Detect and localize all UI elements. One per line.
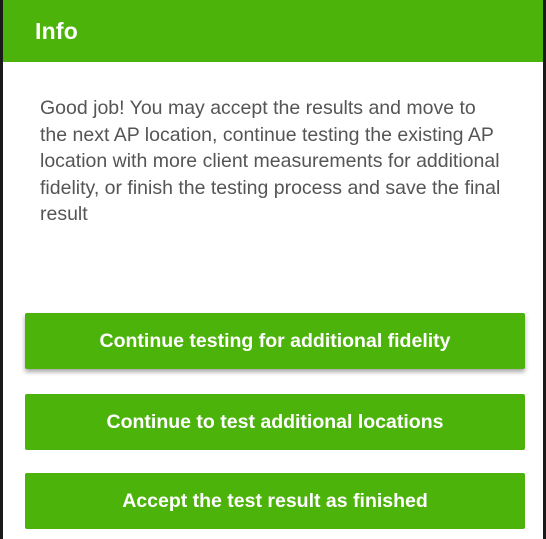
info-dialog: Info Good job! You may accept the result… <box>0 0 546 539</box>
accept-result-finished-button[interactable]: Accept the test result as finished <box>25 473 525 529</box>
continue-testing-fidelity-button[interactable]: Continue testing for additional fidelity <box>25 313 525 369</box>
dialog-header: Info <box>3 0 543 62</box>
dialog-title: Info <box>35 17 78 44</box>
dialog-message: Good job! You may accept the results and… <box>40 97 501 225</box>
continue-test-locations-button[interactable]: Continue to test additional locations <box>25 394 525 450</box>
